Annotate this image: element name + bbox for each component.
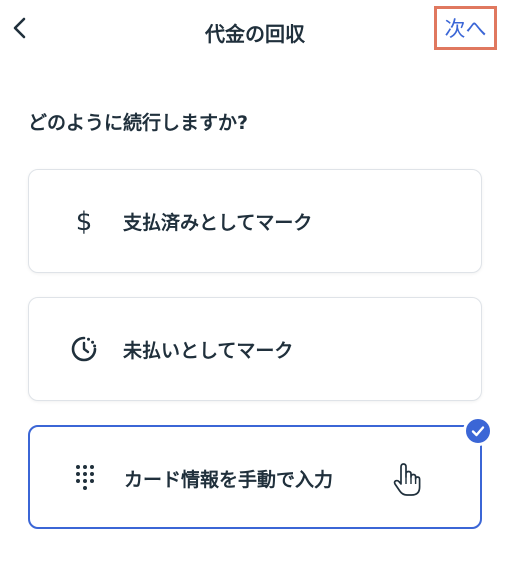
option-mark-paid[interactable]: $ 支払済みとしてマーク <box>28 169 482 273</box>
dollar-icon: $ <box>69 206 99 236</box>
question-heading: どのように続行しますか? <box>28 112 249 134</box>
option-label: カード情報を手動で入力 <box>124 469 334 491</box>
keypad-icon <box>70 463 100 493</box>
selected-check-icon <box>463 416 493 446</box>
header: 代金の回収 次へ <box>0 0 510 64</box>
clock-pending-icon <box>69 334 99 364</box>
next-button-label: 次へ <box>444 17 487 41</box>
svg-text:$: $ <box>76 207 93 236</box>
option-mark-unpaid[interactable]: 未払いとしてマーク <box>28 297 482 401</box>
next-button[interactable]: 次へ <box>434 6 497 50</box>
option-label: 未払いとしてマーク <box>123 340 294 362</box>
option-label: 支払済みとしてマーク <box>123 212 313 234</box>
hand-cursor-icon <box>391 462 421 498</box>
